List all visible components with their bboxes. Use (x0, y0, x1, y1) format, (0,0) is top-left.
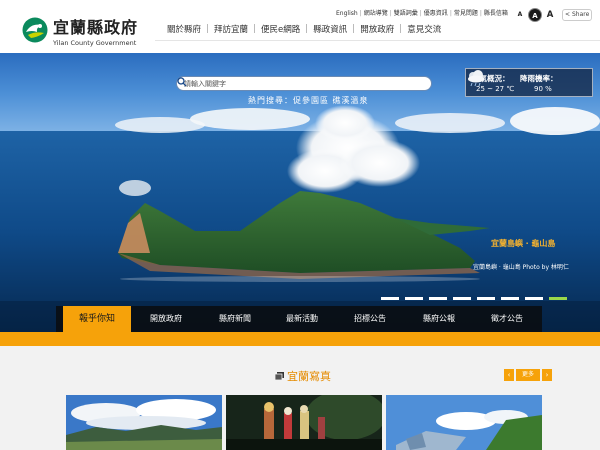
nav-item-eservice[interactable]: 便民e網路 (261, 25, 300, 35)
nav-item-about[interactable]: 關於縣府 (167, 25, 201, 35)
photo-thumbnail[interactable] (226, 395, 382, 450)
nav-item-open-gov[interactable]: 開放政府 (360, 25, 394, 35)
photo-thumbnail[interactable] (386, 395, 542, 450)
header: 宜蘭縣政府 Yilan County Government English | 網站… (0, 0, 600, 53)
nav-item-county-info[interactable]: 縣政資訊 (313, 25, 347, 35)
utility-links: English | 網站導覽 | 雙語詞彙 | 優惠資訊 | 常見問題 | 縣長信箱 (336, 10, 508, 17)
logo-name-en: Yilan County Government (53, 39, 137, 47)
share-label: Share (571, 11, 590, 18)
weather-widget: 天氣概況： 25 ~ 27 ℃ 降雨機率： 90 % (465, 68, 593, 97)
logo[interactable]: 宜蘭縣政府 Yilan County Government (22, 12, 140, 48)
tab-county-news[interactable]: 縣府新聞 (204, 307, 266, 331)
slide-dot[interactable] (429, 297, 447, 300)
weather-rain-value: 90 % (534, 85, 552, 93)
photo-landscape (66, 395, 222, 450)
logo-name-cn: 宜蘭縣政府 (53, 18, 139, 37)
tab-latest-events[interactable]: 最新活動 (271, 307, 333, 331)
utility-link-offers[interactable]: 優惠資訊 (424, 10, 448, 17)
tab-gazette[interactable]: 縣府公報 (408, 307, 470, 331)
utility-link-faq[interactable]: 常見問題 (454, 10, 478, 17)
yilan-logo-icon (22, 17, 48, 43)
news-tabs: 報乎你知 開放政府 縣府新聞 最新活動 招標公告 縣府公報 徵才公告 (0, 306, 600, 346)
slide-dot[interactable] (525, 297, 543, 300)
tab-notice[interactable]: 報乎你知 (63, 306, 131, 332)
nav-item-feedback[interactable]: 意見交流 (407, 25, 441, 35)
slide-dot[interactable] (405, 297, 423, 300)
more-button[interactable]: 更多 (516, 369, 540, 381)
utility-link-mailbox[interactable]: 縣長信箱 (484, 10, 508, 17)
slide-caption-title: 宜蘭島嶼 ‧ 龜山島 (491, 239, 556, 248)
slide-dot[interactable] (453, 297, 471, 300)
slide-dot-active[interactable] (549, 297, 567, 300)
photo-icon (275, 372, 284, 380)
main-nav: 關於縣府 拜訪宜蘭 便民e網路 縣政資訊 開放政府 意見交流 (167, 23, 441, 35)
slide-dot[interactable] (501, 297, 519, 300)
search-bar (176, 76, 432, 91)
hero-banner: 熱門搜尋：促參園區 礁溪溫泉 天氣概況： 25 ~ 27 ℃ 降雨機率： 90 … (0, 53, 600, 333)
slide-indicators (381, 297, 573, 301)
slide-dot[interactable] (477, 297, 495, 300)
font-size-small-button[interactable]: A (513, 8, 527, 22)
share-button[interactable]: < Share (562, 9, 592, 21)
photo-performance (226, 395, 382, 450)
search-input[interactable] (184, 78, 399, 90)
weather-rain-label: 降雨機率： (520, 74, 558, 83)
photo-thumbnail[interactable] (66, 395, 222, 450)
share-icon: < (565, 11, 571, 18)
accent-strip (0, 332, 600, 346)
tab-open-gov[interactable]: 開放政府 (135, 307, 197, 331)
slide-dot[interactable] (381, 297, 399, 300)
photo-section: 宜蘭寫真 ‹ 更多 › (0, 346, 600, 450)
section-title-text: 宜蘭寫真 (287, 370, 331, 383)
font-size-medium-button[interactable]: A (528, 8, 542, 22)
cloudy-rain-icon (468, 70, 484, 87)
utility-link-sitemap[interactable]: 網站導覽 (364, 10, 388, 17)
font-size-large-button[interactable]: A (543, 8, 557, 22)
search-icon[interactable] (177, 77, 187, 87)
nav-divider (155, 40, 600, 41)
page: 宜蘭縣政府 Yilan County Government English | 網站… (0, 0, 600, 450)
photo-hillside (386, 395, 542, 450)
utility-link-english[interactable]: English (336, 10, 358, 17)
tab-recruitment[interactable]: 徵才公告 (476, 307, 538, 331)
nav-item-visit[interactable]: 拜訪宜蘭 (214, 25, 248, 35)
utility-link-glossary[interactable]: 雙語詞彙 (394, 10, 418, 17)
prev-button[interactable]: ‹ (504, 369, 514, 381)
next-button[interactable]: › (542, 369, 552, 381)
tab-tenders[interactable]: 招標公告 (339, 307, 401, 331)
slide-caption-credit: 宜蘭島嶼 ‧ 龜山島 Photo by 林明仁 (473, 264, 569, 271)
hot-searches[interactable]: 熱門搜尋：促參園區 礁溪溫泉 (248, 95, 369, 106)
